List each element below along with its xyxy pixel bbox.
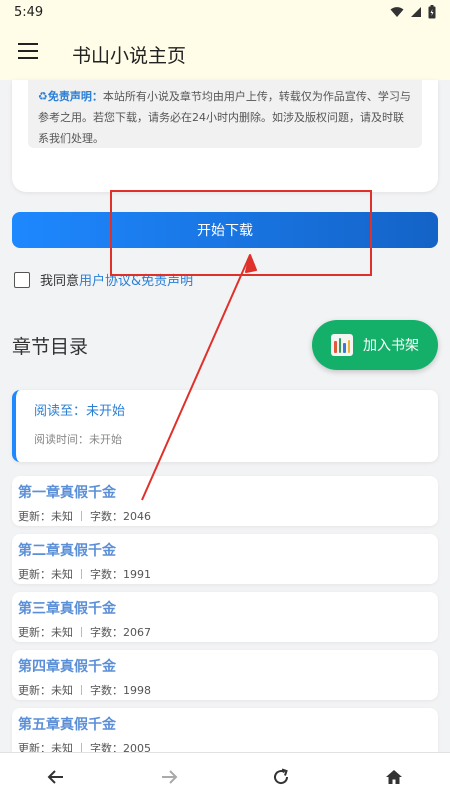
chapter-meta-divider bbox=[81, 627, 82, 637]
chapter-meta: 更新：未知 字数：1991 bbox=[18, 566, 438, 582]
chapter-updated: 更新：未知 bbox=[18, 626, 73, 639]
forward-button[interactable] bbox=[149, 757, 189, 797]
refresh-icon bbox=[274, 768, 289, 784]
chapter-item[interactable]: 第一章真假千金 更新：未知 字数：2046 bbox=[12, 476, 438, 526]
bookshelf-icon bbox=[331, 334, 353, 356]
disclaimer-box: ♻免责声明：本站所有小说及章节均由用户上传，转载仅为作品宣传、学习与参考之用。若… bbox=[28, 80, 422, 148]
chapter-meta-divider bbox=[81, 511, 82, 521]
chapter-updated: 更新：未知 bbox=[18, 684, 73, 697]
chapter-meta-divider bbox=[81, 569, 82, 579]
arrow-left-icon bbox=[47, 769, 64, 784]
read-time-text: 阅读时间：未开始 bbox=[34, 433, 122, 446]
chapter-title: 第二章真假千金 bbox=[18, 543, 116, 559]
disclaimer-label: ♻免责声明： bbox=[38, 90, 103, 103]
chapter-item[interactable]: 第二章真假千金 更新：未知 字数：1991 bbox=[12, 534, 438, 584]
agreement-checkbox[interactable] bbox=[14, 271, 30, 288]
refresh-button[interactable] bbox=[261, 757, 301, 797]
hamburger-menu-icon[interactable] bbox=[18, 43, 38, 59]
home-icon bbox=[385, 769, 402, 784]
annotation-highlight-box bbox=[110, 190, 372, 276]
wifi-icon bbox=[390, 7, 404, 17]
chapter-meta: 更新：未知 字数：2046 bbox=[18, 508, 438, 524]
chapter-words: 字数：2067 bbox=[90, 626, 151, 639]
chapter-updated: 更新：未知 bbox=[18, 568, 73, 581]
signal-icon bbox=[411, 7, 421, 17]
chapter-title: 第四章真假千金 bbox=[18, 659, 116, 675]
chapter-item[interactable]: 第五章真假千金 更新：未知 字数：2005 bbox=[12, 708, 438, 758]
chapter-meta: 更新：未知 字数：2067 bbox=[18, 624, 438, 640]
chapter-words: 字数：1991 bbox=[90, 568, 151, 581]
disclaimer-card: ♻免责声明：本站所有小说及章节均由用户上传，转载仅为作品宣传、学习与参考之用。若… bbox=[12, 80, 438, 192]
status-bar: 5:49 bbox=[0, 0, 450, 26]
chapter-title: 第五章真假千金 bbox=[18, 717, 116, 733]
chapter-title: 第一章真假千金 bbox=[18, 485, 116, 501]
battery-icon bbox=[428, 5, 436, 19]
chapter-meta: 更新：未知 字数：1998 bbox=[18, 682, 438, 698]
status-icons bbox=[390, 5, 436, 19]
chapter-item[interactable]: 第三章真假千金 更新：未知 字数：2067 bbox=[12, 592, 438, 642]
add-to-shelf-button[interactable]: 加入书架 bbox=[312, 320, 438, 370]
agreement-prefix: 我同意 bbox=[40, 274, 80, 289]
chapter-meta-divider bbox=[81, 685, 82, 695]
add-to-shelf-label: 加入书架 bbox=[363, 338, 419, 354]
read-to-text: 阅读至：未开始 bbox=[34, 404, 126, 419]
chapter-updated: 更新：未知 bbox=[18, 510, 73, 523]
chapter-section-title: 章节目录 bbox=[12, 336, 89, 358]
chapter-words: 字数：1998 bbox=[90, 684, 151, 697]
app-bar: 书山小说主页 bbox=[0, 26, 450, 80]
home-button[interactable] bbox=[374, 757, 414, 797]
reading-progress-card[interactable]: 阅读至：未开始 阅读时间：未开始 bbox=[12, 390, 438, 462]
status-time: 5:49 bbox=[14, 5, 44, 20]
page-title: 书山小说主页 bbox=[72, 45, 187, 67]
chapter-item[interactable]: 第四章真假千金 更新：未知 字数：1998 bbox=[12, 650, 438, 700]
chapter-title: 第三章真假千金 bbox=[18, 601, 116, 617]
arrow-right-icon bbox=[161, 769, 178, 784]
back-button[interactable] bbox=[36, 757, 76, 797]
chapter-words: 字数：2046 bbox=[90, 510, 151, 523]
browser-nav-bar bbox=[0, 752, 450, 800]
